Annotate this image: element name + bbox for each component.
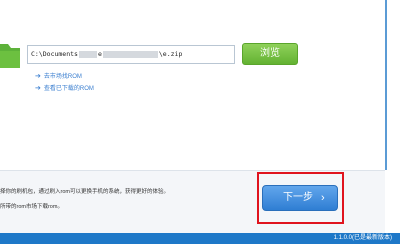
folder-icon xyxy=(0,44,20,68)
rom-path-input[interactable]: C:\Documents e \e.zip xyxy=(27,45,235,64)
path-suffix: \e.zip xyxy=(158,50,183,58)
info-text-line1: 择你的刷机包，通过刷入rom可以更换手机的系统，获得更好的体验。 xyxy=(0,189,169,195)
arrow-right-icon: ➔ xyxy=(35,85,41,92)
link-find-rom[interactable]: ➔ 去市场找ROM xyxy=(35,72,82,82)
arrow-right-icon: ➔ xyxy=(35,73,41,80)
redacted-segment xyxy=(78,50,97,58)
browse-button[interactable]: 浏览 xyxy=(242,43,298,65)
side-strip xyxy=(387,0,400,244)
path-mid: e xyxy=(97,50,102,58)
next-button-label: 下一步 xyxy=(283,192,313,203)
rom-flash-window: C:\Documents e \e.zip 浏览 ➔ 去市场找ROM ➔ 查看已下载的R… xyxy=(0,0,400,244)
link-downloaded-rom-label: 查看已下载的ROM xyxy=(43,86,94,92)
version-text: 1.1.0.0(已是最新版本) xyxy=(333,235,392,241)
next-button[interactable]: 下一步 › xyxy=(262,185,338,211)
chevron-right-icon: › xyxy=(321,192,325,204)
redacted-segment xyxy=(102,50,158,58)
link-find-rom-label: 去市场找ROM xyxy=(43,74,82,80)
path-prefix: C:\Documents xyxy=(31,50,78,58)
footer-bar: 1.1.0.0(已是最新版本) xyxy=(0,233,400,244)
info-text-line2: 所带的rom市场下载rom。 xyxy=(0,204,63,210)
link-downloaded-rom[interactable]: ➔ 查看已下载的ROM xyxy=(35,84,94,94)
